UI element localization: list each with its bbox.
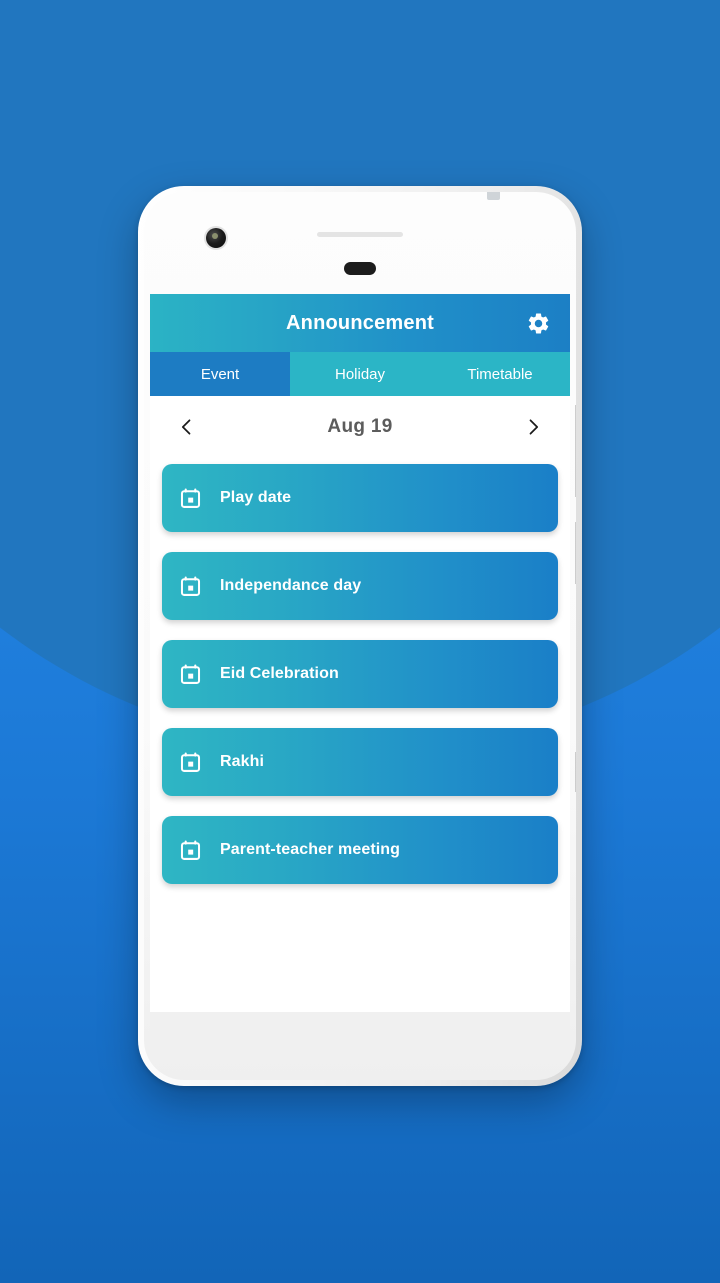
- list-item[interactable]: Rakhi: [162, 728, 558, 796]
- tab-event-label: Event: [200, 365, 240, 383]
- list-item-label: Independance day: [220, 577, 362, 594]
- tab-bar: Event Holiday Timetable: [150, 352, 570, 396]
- proximity-sensor-icon: [344, 262, 376, 275]
- gear-icon: [526, 311, 551, 336]
- volume-button[interactable]: [575, 405, 576, 497]
- frame-top-tab: [487, 192, 500, 200]
- list-item[interactable]: Play date: [162, 464, 558, 532]
- camera-lens-glint: [212, 233, 218, 239]
- tab-timetable-label: Timetable: [467, 365, 533, 383]
- list-item[interactable]: Independance day: [162, 552, 558, 620]
- date-navigation: Aug 19: [150, 396, 570, 458]
- app-header: Announcement: [150, 294, 570, 352]
- calendar-icon: [178, 838, 202, 862]
- list-item-label: Eid Celebration: [220, 665, 339, 682]
- calendar-icon: [178, 662, 202, 686]
- chevron-left-icon: [177, 417, 197, 437]
- tab-timetable[interactable]: Timetable: [430, 352, 570, 396]
- calendar-icon: [178, 574, 202, 598]
- settings-button[interactable]: [524, 309, 552, 337]
- phone-body: Announcement Event Holiday Timetable Aug…: [144, 192, 576, 1080]
- event-list: Play date Independance day Eid Celebrati…: [150, 458, 570, 884]
- screen-bottom-strip: [150, 1012, 570, 1042]
- previous-date-button[interactable]: [172, 412, 202, 442]
- current-date-label: Aug 19: [327, 416, 393, 437]
- list-item-label: Play date: [220, 489, 292, 506]
- calendar-icon: [178, 750, 202, 774]
- page-background: Announcement Event Holiday Timetable Aug…: [0, 0, 720, 1283]
- phone-device-frame: Announcement Event Holiday Timetable Aug…: [138, 186, 582, 1086]
- list-item-label: Parent-teacher meeting: [220, 841, 401, 858]
- calendar-icon: [178, 486, 202, 510]
- next-date-button[interactable]: [518, 412, 548, 442]
- side-button-extra[interactable]: [575, 752, 576, 792]
- tab-event[interactable]: Event: [150, 352, 290, 396]
- earpiece-speaker-icon: [317, 232, 403, 237]
- page-title: Announcement: [286, 311, 434, 334]
- chevron-right-icon: [523, 417, 543, 437]
- list-item-label: Rakhi: [220, 753, 265, 770]
- list-item[interactable]: Eid Celebration: [162, 640, 558, 708]
- app-screen: Announcement Event Holiday Timetable Aug…: [150, 294, 570, 1042]
- power-button[interactable]: [575, 522, 576, 584]
- tab-holiday-label: Holiday: [334, 365, 386, 383]
- tab-holiday[interactable]: Holiday: [290, 352, 430, 396]
- list-item[interactable]: Parent-teacher meeting: [162, 816, 558, 884]
